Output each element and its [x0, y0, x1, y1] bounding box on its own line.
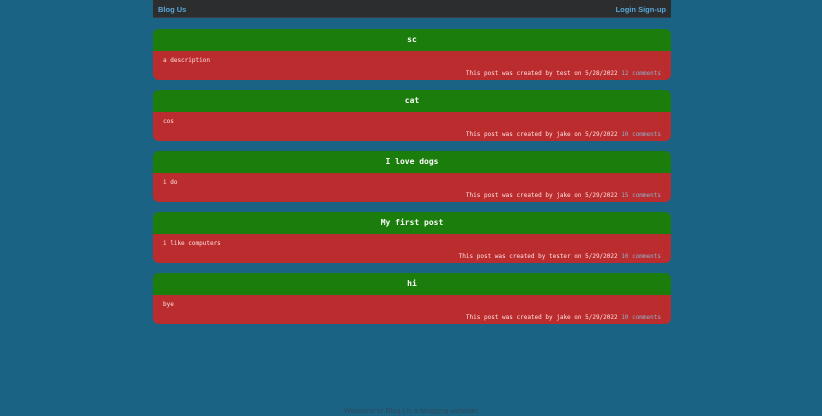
post-card: I love dogs i do This post was created b…	[153, 151, 671, 202]
post-meta: This post was created by jake on 5/29/20…	[466, 131, 661, 138]
post-description: a description	[163, 57, 210, 64]
nav-auth-links: Login Sign-up	[616, 5, 666, 14]
comments-link[interactable]: 12 comments	[621, 70, 661, 77]
post-title[interactable]: My first post	[153, 212, 671, 234]
comments-link[interactable]: 10 comments	[621, 131, 661, 138]
post-meta: This post was created by tester on 5/29/…	[459, 253, 661, 260]
post-meta: This post was created by jake on 5/29/20…	[466, 192, 661, 199]
post-card: My first post i like computers This post…	[153, 212, 671, 263]
post-title[interactable]: hi	[153, 273, 671, 295]
login-link[interactable]: Login	[616, 5, 636, 14]
comments-link[interactable]: 15 comments	[621, 192, 661, 199]
post-author-info: This post was created by tester on 5/29/…	[458, 253, 618, 260]
post-description: i do	[163, 179, 178, 186]
signup-link[interactable]: Sign-up	[638, 5, 666, 14]
comments-link[interactable]: 10 comments	[621, 314, 661, 321]
post-card: hi bye This post was created by jake on …	[153, 273, 671, 324]
post-author-info: This post was created by jake on 5/29/20…	[465, 314, 618, 321]
post-meta: This post was created by test on 5/28/20…	[466, 70, 661, 77]
post-author-info: This post was created by jake on 5/29/20…	[465, 192, 618, 199]
footer-text: Welcome to Blog Us a blogging website!	[343, 406, 479, 415]
post-description: i like computers	[163, 240, 221, 247]
post-author-info: This post was created by test on 5/28/20…	[465, 70, 618, 77]
post-description: bye	[163, 301, 174, 308]
brand-link[interactable]: Blog Us	[158, 5, 186, 14]
post-description: cos	[163, 118, 174, 125]
post-body: i like computers This post was created b…	[153, 234, 671, 263]
post-list: sc a description This post was created b…	[153, 29, 671, 334]
post-body: cos This post was created by jake on 5/2…	[153, 112, 671, 141]
post-meta: This post was created by jake on 5/29/20…	[466, 314, 661, 321]
navbar: Blog Us Login Sign-up	[153, 0, 671, 18]
post-title[interactable]: sc	[153, 29, 671, 51]
post-card: cat cos This post was created by jake on…	[153, 90, 671, 141]
post-author-info: This post was created by jake on 5/29/20…	[465, 131, 618, 138]
post-title[interactable]: I love dogs	[153, 151, 671, 173]
post-body: bye This post was created by jake on 5/2…	[153, 295, 671, 324]
post-body: i do This post was created by jake on 5/…	[153, 173, 671, 202]
post-title[interactable]: cat	[153, 90, 671, 112]
post-card: sc a description This post was created b…	[153, 29, 671, 80]
post-body: a description This post was created by t…	[153, 51, 671, 80]
comments-link[interactable]: 10 comments	[621, 253, 661, 260]
